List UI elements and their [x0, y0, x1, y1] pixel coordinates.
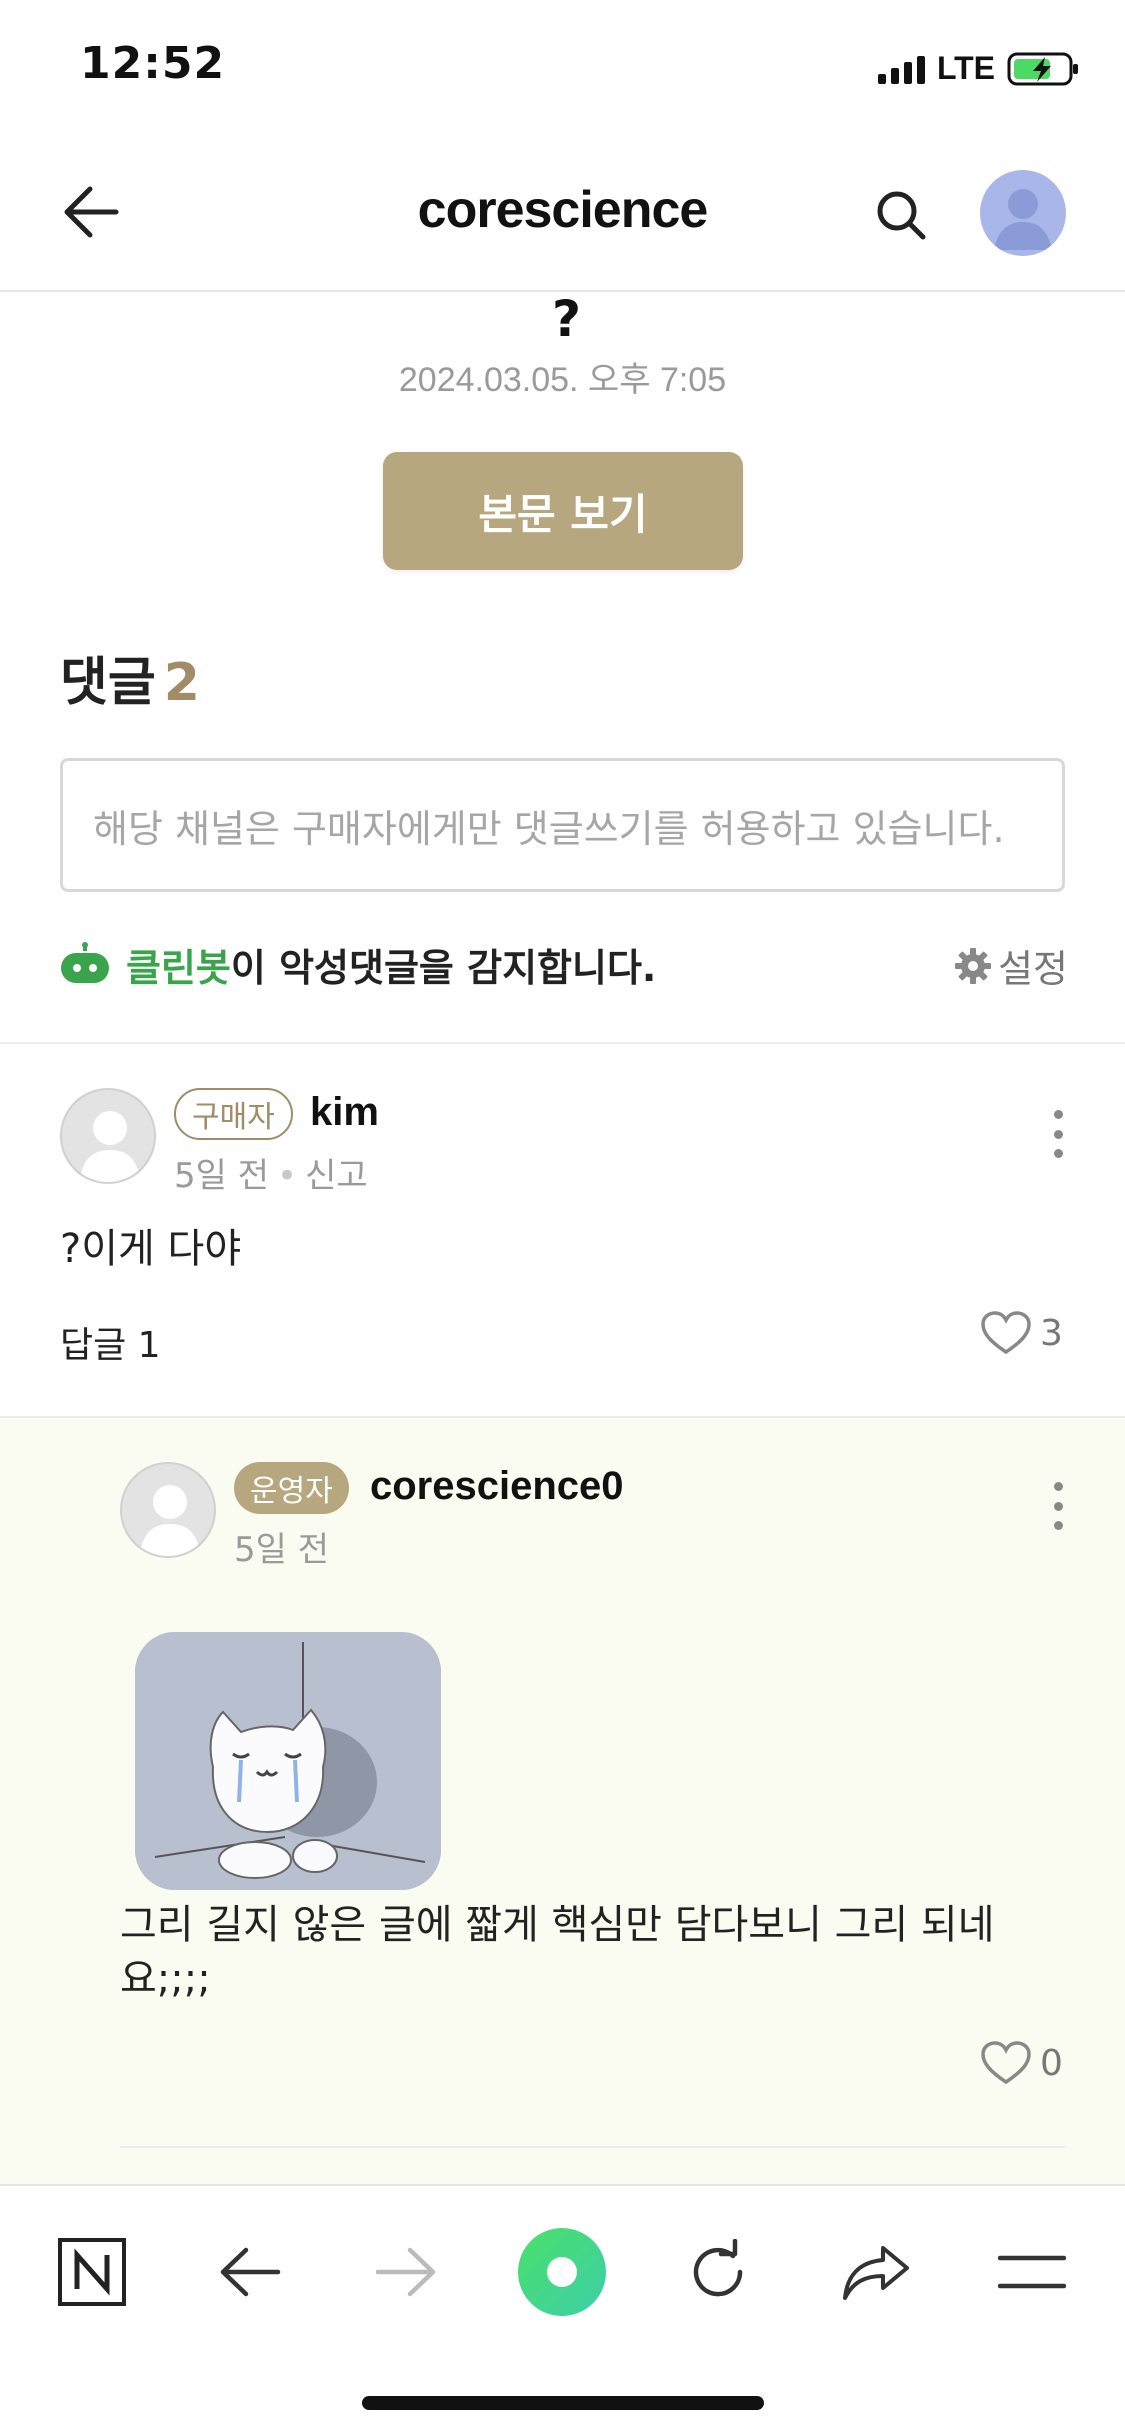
forward-arrow-icon	[375, 2247, 436, 2297]
default-profile-icon	[140, 1485, 200, 1556]
cleanbot-settings-button[interactable]: 설정	[954, 938, 1068, 993]
buyer-badge: 구매자	[174, 1088, 293, 1140]
menu-button[interactable]	[982, 2222, 1082, 2322]
comment-input-placeholder: 해당 채널은 구매자에게만 댓글쓰기를 허용하고 있습니다.	[93, 806, 1005, 851]
comment-input[interactable]: 해당 채널은 구매자에게만 댓글쓰기를 허용하고 있습니다.	[60, 758, 1065, 892]
search-button[interactable]	[866, 180, 936, 250]
gear-icon	[955, 947, 992, 984]
battery-charging-icon	[1007, 52, 1078, 85]
app-header: corescience	[0, 140, 1125, 292]
reply-text-line-2: 요;;;;	[120, 1956, 211, 2002]
refresh-button[interactable]	[668, 2222, 768, 2322]
like-button[interactable]: 3	[980, 1310, 1063, 1356]
cleanbot-robot-icon	[61, 942, 109, 983]
signal-icon	[877, 54, 925, 84]
like-count: 3	[1040, 1312, 1063, 1354]
share-icon	[843, 2246, 909, 2300]
commenter-nickname[interactable]: kim	[310, 1090, 379, 1135]
cleanbot-notice: 클린봇이 악성댓글을 감지합니다. 설정	[58, 937, 1068, 993]
browser-back-button[interactable]	[200, 2222, 300, 2322]
reply-time: 5일 전	[234, 1530, 329, 1570]
status-time: 12:52	[80, 38, 226, 89]
naver-home-button[interactable]	[42, 2222, 142, 2322]
status-bar: 12:52 LTE	[0, 0, 1125, 140]
comment-meta: 5일 전 • 신고	[174, 1156, 368, 1196]
channel-title[interactable]: corescience	[0, 180, 1125, 240]
comment-time: 5일 전	[174, 1156, 269, 1196]
post-title: ?	[552, 290, 582, 348]
crying-cat-sticker	[135, 1632, 441, 1890]
comment-more-button[interactable]	[1038, 1104, 1078, 1164]
cleanbot-message: 클린봇이 악성댓글을 감지합니다.	[126, 937, 656, 992]
share-button[interactable]	[826, 2222, 926, 2322]
reply-author-avatar[interactable]	[120, 1462, 216, 1558]
user-avatar-button[interactable]	[980, 170, 1066, 256]
heart-icon	[981, 1311, 1031, 1355]
report-link[interactable]: 신고	[305, 1156, 368, 1196]
reply-text: 그리 길지 않은 글에 짧게 핵심만 담다보니 그리 되네 요;;;;	[120, 1898, 1020, 2006]
network-label: LTE	[936, 50, 995, 86]
comments-count: 2	[163, 653, 200, 713]
green-dot-icon	[518, 2228, 606, 2316]
reply-count-link[interactable]: 답글 1	[60, 1316, 161, 1368]
default-profile-icon	[80, 1111, 140, 1182]
user-avatar-icon	[994, 189, 1052, 250]
admin-badge: 운영자	[234, 1462, 349, 1514]
view-body-button[interactable]: 본문 보기	[383, 452, 743, 570]
naver-home-icon	[58, 2238, 126, 2306]
settings-label: 설정	[998, 947, 1068, 991]
back-arrow-icon	[220, 2247, 281, 2297]
green-dot-button[interactable]	[512, 2222, 612, 2322]
reply-author-nickname[interactable]: corescience0	[370, 1464, 624, 1509]
status-indicators: LTE	[877, 50, 1081, 87]
reply-more-button[interactable]	[1038, 1476, 1078, 1536]
refresh-icon	[693, 2239, 743, 2297]
reply-text-line-1: 그리 길지 않은 글에 짧게 핵심만 담다보니 그리 되네	[120, 1902, 995, 1948]
heart-icon	[981, 2041, 1031, 2085]
home-indicator[interactable]	[362, 2396, 764, 2410]
cleanbot-suffix: 이 악성댓글을 감지합니다.	[230, 945, 657, 990]
browser-forward-button[interactable]	[356, 2222, 456, 2322]
cleanbot-name: 클린봇	[126, 945, 231, 990]
reply-divider	[120, 2146, 1065, 2148]
reply-like-button[interactable]: 0	[980, 2040, 1063, 2086]
commenter-avatar[interactable]	[60, 1088, 156, 1184]
search-icon	[877, 191, 926, 240]
section-divider	[0, 1042, 1125, 1044]
post-date: 2024.03.05. 오후 7:05	[398, 361, 727, 399]
menu-icon	[998, 2255, 1066, 2289]
reply-like-count: 0	[1040, 2042, 1063, 2084]
comments-heading: 댓글 2	[60, 640, 200, 715]
comment-text: ?이게 다야	[60, 1226, 242, 1272]
comments-heading-label: 댓글	[60, 653, 156, 713]
